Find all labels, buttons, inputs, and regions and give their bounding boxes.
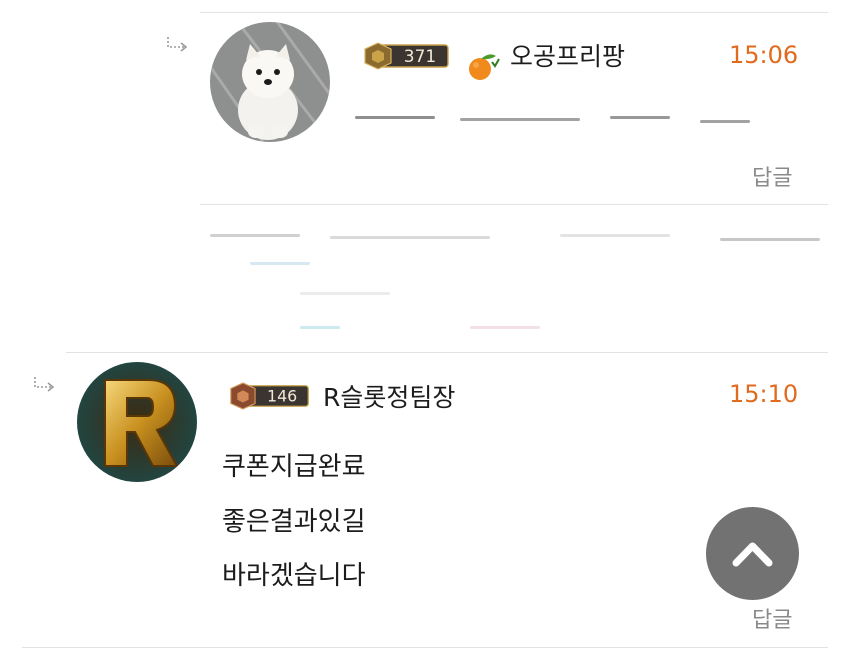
tangerine-icon [469, 54, 500, 80]
r-logo-avatar-image [77, 362, 197, 482]
level-badge: 146 [230, 382, 309, 410]
comment-time: 15:10 [729, 380, 799, 408]
level-badge: 371 [364, 42, 449, 70]
reply-button[interactable]: 답글 [752, 602, 792, 634]
level-number: 371 [404, 47, 436, 67]
divider-bottom [22, 647, 828, 648]
reply-button[interactable]: 답글 [752, 160, 792, 192]
comment-time: 15:06 [729, 41, 799, 69]
reply-arrow-icon [167, 37, 188, 52]
comment-body-line: 좋은결과있길 [222, 507, 366, 537]
avatar[interactable] [77, 362, 197, 482]
nickname[interactable]: 오공프리팡 [510, 37, 625, 73]
dog-avatar-image [210, 22, 330, 142]
reply-arrow-icon [34, 377, 55, 392]
avatar[interactable] [210, 22, 330, 142]
chevron-up-icon [732, 542, 773, 567]
divider-top [200, 12, 828, 13]
nickname[interactable]: R슬롯정팀장 [323, 378, 455, 414]
level-number: 146 [267, 387, 297, 406]
scroll-to-top-button[interactable] [706, 507, 799, 600]
divider-after-comment-1 [200, 204, 828, 205]
comment-body-line: 바라겠습니다 [222, 561, 366, 591]
comment-body-line: 쿠폰지급완료 [222, 452, 366, 482]
divider-before-comment-2 [66, 352, 828, 353]
